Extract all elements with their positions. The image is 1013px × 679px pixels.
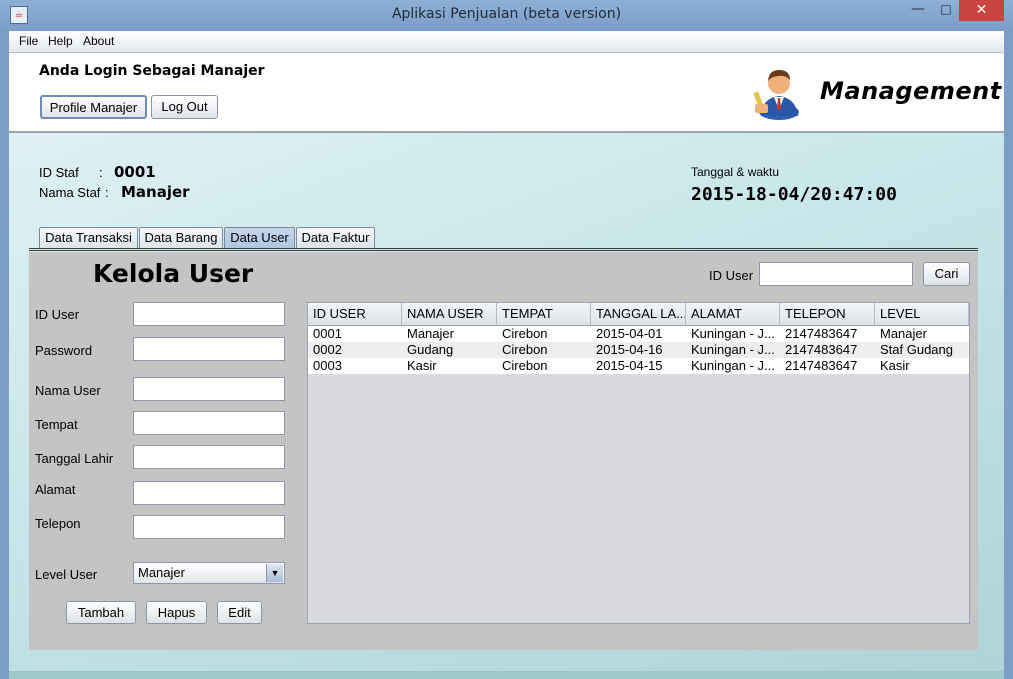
cell-level[interactable]: Staf Gudang xyxy=(875,342,969,358)
tab-data-barang[interactable]: Data Barang xyxy=(139,227,223,248)
datetime-value: 2015-18-04/20:47:00 xyxy=(691,184,897,205)
password-field[interactable] xyxy=(133,337,285,361)
datetime-label: Tanggal & waktu xyxy=(691,165,780,179)
staff-id-separator: : xyxy=(99,165,103,180)
search-id-user-input[interactable] xyxy=(759,262,913,286)
cell-telepon[interactable]: 2147483647 xyxy=(780,358,875,374)
staff-name-label: Nama Staf xyxy=(39,185,101,200)
menu-about[interactable]: About xyxy=(83,34,114,48)
telepon-field[interactable] xyxy=(133,515,285,539)
logout-button[interactable]: Log Out xyxy=(151,95,218,119)
cell-tempat[interactable]: Cirebon xyxy=(497,342,591,358)
login-status-label: Anda Login Sebagai Manajer xyxy=(39,63,265,79)
cell-tempat[interactable]: Cirebon xyxy=(497,326,591,342)
staff-name-value: Manajer xyxy=(121,183,190,201)
chevron-down-icon[interactable]: ▼ xyxy=(266,564,283,582)
table-row[interactable]: 0001 Manajer Cirebon 2015-04-01 Kuningan - J… xyxy=(308,326,969,342)
search-id-user-label: ID User xyxy=(709,268,754,283)
cell-level[interactable]: Kasir xyxy=(875,358,969,374)
search-button[interactable]: Cari xyxy=(923,262,970,286)
telepon-label: Telepon xyxy=(35,516,81,531)
maximize-button[interactable]: □ xyxy=(933,2,959,20)
cell-id-user[interactable]: 0002 xyxy=(308,342,402,358)
id-user-label: ID User xyxy=(35,307,80,322)
menu-help[interactable]: Help xyxy=(48,34,73,48)
table-row[interactable]: 0002 Gudang Cirebon 2015-04-16 Kuningan - J.… xyxy=(308,342,969,358)
close-button[interactable]: ✕ xyxy=(959,0,1004,21)
nama-user-label: Nama User xyxy=(35,383,101,398)
tab-divider xyxy=(29,248,978,251)
level-user-select[interactable]: Manajer ▼ xyxy=(133,562,285,584)
cell-nama-user[interactable]: Gudang xyxy=(402,342,497,358)
management-label: Management xyxy=(820,77,1002,105)
column-header-tanggal-lahir[interactable]: TANGGAL LA... xyxy=(591,303,686,325)
tab-data-transaksi[interactable]: Data Transaksi xyxy=(39,227,138,248)
tanggal-lahir-label: Tanggal Lahir xyxy=(35,451,114,466)
staff-id-label: ID Staf xyxy=(39,165,79,180)
level-user-selected-value: Manajer xyxy=(138,565,185,580)
nama-user-field[interactable] xyxy=(133,377,285,401)
cell-tanggal-lahir[interactable]: 2015-04-15 xyxy=(591,358,686,374)
manager-person-icon xyxy=(750,66,804,120)
level-user-label: Level User xyxy=(35,567,98,582)
tambah-button[interactable]: Tambah xyxy=(66,601,136,624)
cell-tempat[interactable]: Cirebon xyxy=(497,358,591,374)
column-header-id-user[interactable]: ID USER xyxy=(308,303,402,325)
table-row[interactable]: 0003 Kasir Cirebon 2015-04-15 Kuningan - J..… xyxy=(308,358,969,374)
cell-id-user[interactable]: 0001 xyxy=(308,326,402,342)
column-header-level[interactable]: LEVEL xyxy=(875,303,969,325)
tanggal-lahir-field[interactable] xyxy=(133,445,285,469)
menu-file[interactable]: File xyxy=(19,34,38,48)
cell-alamat[interactable]: Kuningan - J... xyxy=(686,326,780,342)
cell-nama-user[interactable]: Manajer xyxy=(402,326,497,342)
cell-telepon[interactable]: 2147483647 xyxy=(780,326,875,342)
cell-tanggal-lahir[interactable]: 2015-04-01 xyxy=(591,326,686,342)
alamat-label: Alamat xyxy=(35,482,76,497)
column-header-telepon[interactable]: TELEPON xyxy=(780,303,875,325)
tempat-field[interactable] xyxy=(133,411,285,435)
cell-level[interactable]: Manajer xyxy=(875,326,969,342)
window-title: Aplikasi Penjualan (beta version) xyxy=(391,6,622,22)
window-frame-left xyxy=(0,31,9,679)
edit-button[interactable]: Edit xyxy=(217,601,262,624)
panel-title: Kelola User xyxy=(93,259,254,288)
cell-alamat[interactable]: Kuningan - J... xyxy=(686,358,780,374)
cell-id-user[interactable]: 0003 xyxy=(308,358,402,374)
column-header-tempat[interactable]: TEMPAT xyxy=(497,303,591,325)
minimize-button[interactable]: — xyxy=(905,2,931,20)
menu-bar: File Help About xyxy=(9,31,1004,53)
id-user-field[interactable] xyxy=(133,302,285,326)
column-header-alamat[interactable]: ALAMAT xyxy=(686,303,780,325)
table-header: ID USER NAMA USER TEMPAT TANGGAL LA... A… xyxy=(308,303,969,326)
bottom-strip xyxy=(9,671,1004,679)
staff-name-separator: : xyxy=(105,185,109,200)
window-frame-right xyxy=(1004,31,1013,679)
password-label: Password xyxy=(35,343,93,358)
column-header-nama-user[interactable]: NAMA USER xyxy=(402,303,497,325)
tab-data-faktur[interactable]: Data Faktur xyxy=(296,227,375,248)
cell-alamat[interactable]: Kuningan - J... xyxy=(686,342,780,358)
profile-manager-button[interactable]: Profile Manajer xyxy=(40,95,147,119)
alamat-field[interactable] xyxy=(133,481,285,505)
hapus-button[interactable]: Hapus xyxy=(146,601,207,624)
staff-id-value: 0001 xyxy=(114,163,156,181)
cell-tanggal-lahir[interactable]: 2015-04-16 xyxy=(591,342,686,358)
cell-telepon[interactable]: 2147483647 xyxy=(780,342,875,358)
cell-nama-user[interactable]: Kasir xyxy=(402,358,497,374)
user-table[interactable]: ID USER NAMA USER TEMPAT TANGGAL LA... A… xyxy=(307,302,970,624)
tempat-label: Tempat xyxy=(35,417,78,432)
tab-data-user[interactable]: Data User xyxy=(224,227,295,248)
